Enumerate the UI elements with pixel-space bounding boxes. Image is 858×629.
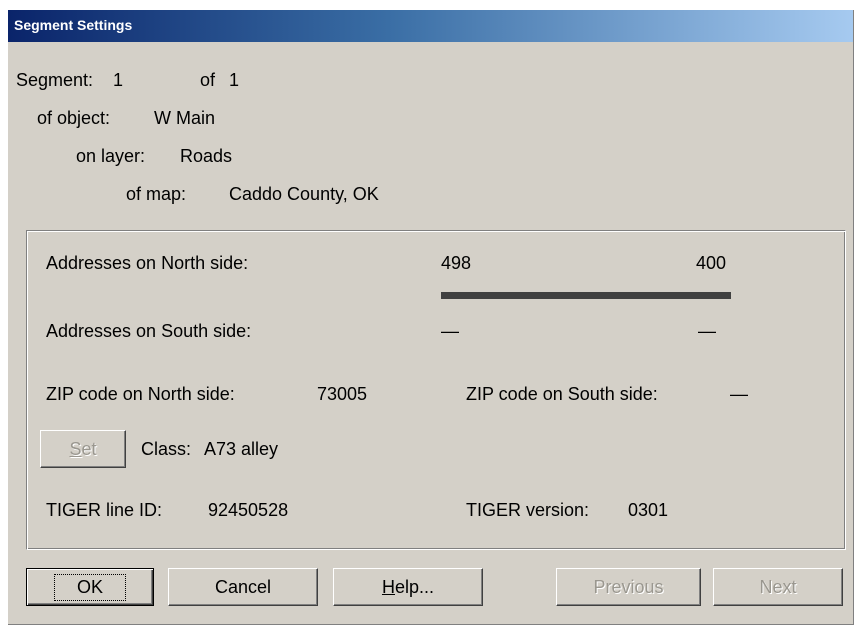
segment-label: Segment:: [16, 70, 94, 90]
ok-button[interactable]: OK: [26, 568, 154, 606]
layer-value: Roads: [180, 146, 233, 166]
south-addresses-label: Addresses on South side:: [46, 321, 252, 341]
set-button-label: et: [81, 438, 97, 459]
previous-button[interactable]: Previous: [556, 568, 701, 606]
object-value: W Main: [154, 108, 216, 128]
map-label: of map:: [126, 184, 187, 204]
tiger-id-value: 92450528: [208, 500, 289, 520]
north-address-to: 400: [696, 253, 727, 273]
help-button-label: elp...: [394, 576, 435, 597]
south-address-to: —: [698, 321, 716, 341]
next-button[interactable]: Next: [713, 568, 843, 606]
object-label: of object:: [37, 108, 111, 128]
segment-direction-bar: [441, 292, 731, 299]
segment-total: 1: [229, 70, 240, 90]
class-value: A73 alley: [204, 439, 279, 459]
layer-label: on layer:: [76, 146, 146, 166]
north-zip-label: ZIP code on North side:: [46, 384, 235, 404]
tiger-version-label: TIGER version:: [466, 500, 590, 520]
north-zip-value: 73005: [317, 384, 368, 404]
south-zip-value: —: [730, 384, 748, 404]
segment-number: 1: [113, 70, 124, 90]
dialog-title: Segment Settings: [14, 17, 133, 33]
set-button[interactable]: Set: [40, 430, 126, 468]
class-label: Class:: [141, 439, 192, 459]
previous-button-label: Previous: [593, 576, 664, 597]
next-button-label: Next: [759, 576, 797, 597]
tiger-version-value: 0301: [628, 500, 669, 520]
map-value: Caddo County, OK: [229, 184, 379, 204]
south-address-from: —: [441, 321, 459, 341]
segment-settings-dialog: Segment Settings Segment: 1 of 1 of obje…: [8, 10, 854, 625]
cancel-button-label: Cancel: [214, 576, 272, 597]
north-address-from: 498: [441, 253, 472, 273]
help-button[interactable]: Help...: [333, 568, 483, 606]
north-addresses-label: Addresses on North side:: [46, 253, 249, 273]
cancel-button[interactable]: Cancel: [168, 568, 318, 606]
tiger-id-label: TIGER line ID:: [46, 500, 163, 520]
title-bar[interactable]: Segment Settings: [8, 10, 853, 42]
set-button-mnemonic: S: [69, 438, 82, 459]
south-zip-label: ZIP code on South side:: [466, 384, 658, 404]
help-button-mnemonic: H: [381, 576, 395, 597]
ok-button-label: OK: [53, 573, 126, 601]
segment-of-label: of: [200, 70, 216, 90]
